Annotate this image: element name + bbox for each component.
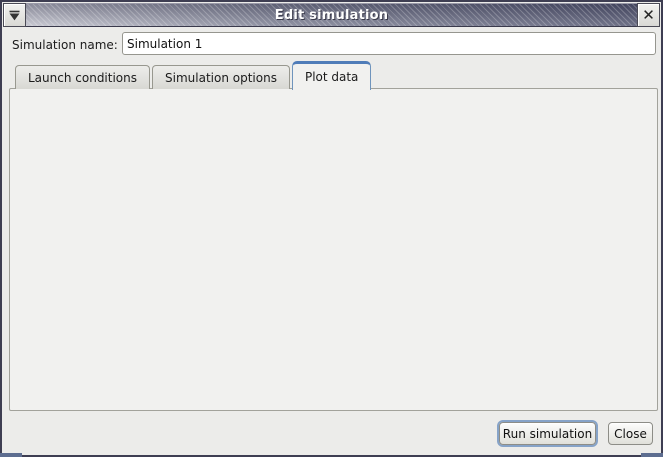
run-simulation-button[interactable]: Run simulation	[499, 422, 596, 445]
simulation-name-input[interactable]	[122, 32, 656, 55]
titlebar[interactable]: Edit simulation ✕	[3, 3, 660, 27]
simulation-name-label: Simulation name:	[12, 38, 118, 52]
window-title: Edit simulation	[275, 8, 388, 23]
tab-label: Launch conditions	[28, 71, 137, 85]
close-icon: ✕	[642, 8, 655, 23]
resize-grip-right[interactable]	[641, 453, 663, 457]
run-simulation-label: Run simulation	[503, 427, 592, 441]
window-menu-button[interactable]	[3, 3, 26, 27]
titlebar-stripe: Edit simulation	[26, 3, 637, 27]
edit-simulation-dialog: Edit simulation ✕ Simulation name: Launc…	[0, 0, 663, 457]
close-dialog-button[interactable]: Close	[608, 422, 653, 445]
tab-label: Plot data	[305, 70, 358, 84]
close-dialog-label: Close	[614, 427, 647, 441]
tab-simulation-options[interactable]: Simulation options	[152, 65, 290, 89]
resize-grip-left[interactable]	[0, 453, 22, 457]
tab-plot-data[interactable]: Plot data	[292, 61, 371, 90]
window-menu-icon	[8, 10, 21, 21]
tab-launch-conditions[interactable]: Launch conditions	[15, 65, 150, 89]
plot-data-panel	[9, 88, 658, 411]
tab-label: Simulation options	[165, 71, 277, 85]
close-button[interactable]: ✕	[637, 3, 660, 27]
tab-bar: Launch conditions Simulation options Plo…	[15, 60, 373, 89]
